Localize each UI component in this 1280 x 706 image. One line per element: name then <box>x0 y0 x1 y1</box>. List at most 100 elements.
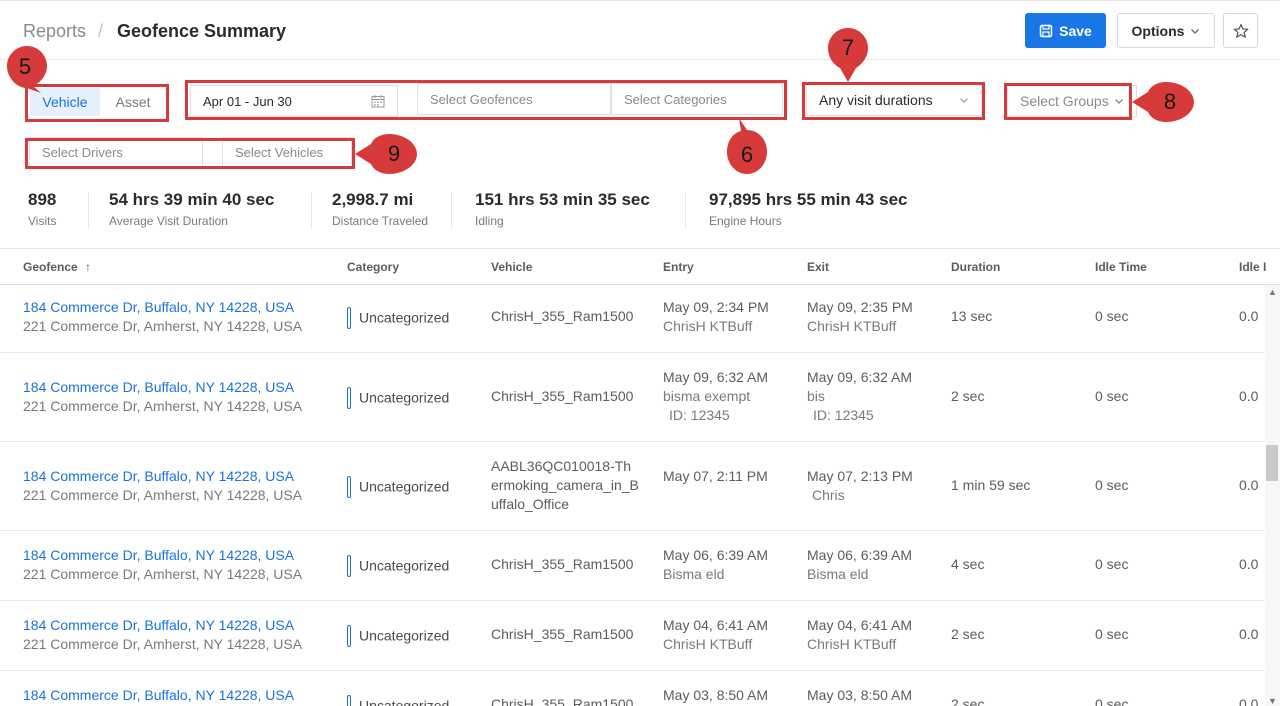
table-row[interactable]: 184 Commerce Dr, Buffalo, NY 14228, USA … <box>0 353 1265 442</box>
exit-cell: May 09, 2:35 PM ChrisH KTBuff <box>807 298 913 336</box>
category-color-bar <box>347 695 351 706</box>
idle-extra-cell: 0.0 <box>1239 556 1259 572</box>
chevron-down-icon <box>1191 28 1200 34</box>
column-header-category[interactable]: Category <box>347 260 399 274</box>
callout-box-6 <box>185 80 787 120</box>
exit-time: May 06, 6:39 AM <box>807 547 913 563</box>
geofence-address: 221 Commerce Dr, Amherst, NY 14228, USA <box>23 487 303 503</box>
geofence-link[interactable]: 184 Commerce Dr, Buffalo, NY 14228, USA <box>23 616 302 635</box>
save-button-label: Save <box>1059 22 1092 39</box>
vehicle-cell: AABL36QC010018-Th ermoking_camera_in_B u… <box>491 457 639 514</box>
exit-time: May 09, 6:32 AM <box>807 369 913 385</box>
column-header-exit[interactable]: Exit <box>807 260 829 274</box>
entry-time: May 03, 8:50 AM <box>663 687 769 703</box>
column-header-duration[interactable]: Duration <box>951 260 1000 274</box>
vehicle-cell: ChrisH_355_Ram1500 <box>491 626 634 642</box>
callout-label-6: 6 <box>740 142 754 167</box>
exit-driver-id: ID: 12345 <box>813 407 874 423</box>
exit-cell: May 03, 8:50 AM <box>807 686 912 705</box>
vehicle-cell: ChrisH_355_Ram1500 <box>491 308 634 324</box>
callout-label-9: 9 <box>387 141 401 166</box>
geofence-cell: 184 Commerce Dr, Buffalo, NY 14228, USA … <box>23 378 302 416</box>
idle-extra-cell: 0.0 <box>1239 626 1259 642</box>
entry-cell: May 09, 2:34 PM ChrisH KTBuff <box>663 298 769 336</box>
idle-time-cell: 0 sec <box>1095 556 1129 572</box>
scrollbar-thumb[interactable] <box>1266 445 1278 481</box>
exit-time: May 07, 2:13 PM <box>807 468 913 484</box>
idle-time-cell: 0 sec <box>1095 308 1129 324</box>
exit-cell: May 04, 6:41 AM ChrisH KTBuff <box>807 616 912 654</box>
category-cell: Uncategorized <box>347 695 449 706</box>
column-header-idle-extra[interactable]: Idle I <box>1239 260 1266 274</box>
geofence-link[interactable]: 184 Commerce Dr, Buffalo, NY 14228, USA <box>23 298 302 317</box>
entry-time: May 04, 6:41 AM <box>663 617 769 633</box>
exit-driver: ChrisH KTBuff <box>807 318 897 334</box>
scroll-up-arrow-icon[interactable]: ▲ <box>1268 287 1277 297</box>
geofence-summary-table: Geofence ↑ Category Vehicle Entry Exit D… <box>0 248 1280 706</box>
entry-cell: May 07, 2:11 PM <box>663 467 768 486</box>
save-button[interactable]: Save <box>1025 13 1106 48</box>
category-color-bar <box>347 476 351 498</box>
callout-label-5: 5 <box>18 54 32 79</box>
table-row[interactable]: 184 Commerce Dr, Buffalo, NY 14228, USA … <box>0 671 1265 706</box>
geofence-link[interactable]: 184 Commerce Dr, Buffalo, NY 14228, USA <box>23 378 302 397</box>
duration-cell: 13 sec <box>951 308 993 324</box>
column-header-label: Geofence <box>23 260 78 274</box>
callout-label-7: 7 <box>841 35 855 60</box>
page-title: Geofence Summary <box>117 21 287 41</box>
category-color-bar <box>347 555 351 577</box>
entry-time: May 06, 6:39 AM <box>663 547 769 563</box>
entry-cell: May 06, 6:39 AM Bisma eld <box>663 546 768 584</box>
entry-time: May 07, 2:11 PM <box>663 468 768 484</box>
stat-label: Engine Hours <box>709 214 782 228</box>
table-scrollbar[interactable]: ▲ ▼ <box>1265 285 1280 706</box>
category-cell: Uncategorized <box>347 625 449 647</box>
options-dropdown-button[interactable]: Options <box>1117 13 1215 48</box>
exit-time: May 09, 2:35 PM <box>807 299 913 315</box>
scroll-down-arrow-icon[interactable]: ▼ <box>1268 696 1277 706</box>
category-color-bar <box>347 625 351 647</box>
stat-divider <box>311 192 312 228</box>
breadcrumb-reports-link[interactable]: Reports <box>23 21 86 42</box>
column-header-vehicle[interactable]: Vehicle <box>491 260 532 274</box>
entry-driver: Bisma eld <box>663 566 725 582</box>
geofence-address: 221 Commerce Dr, Amherst, NY 14228, USA <box>23 636 303 652</box>
favorite-button[interactable] <box>1223 13 1258 48</box>
entry-cell: May 03, 8:50 AM <box>663 686 768 705</box>
exit-cell: May 09, 6:32 AM bis ID: 12345 <box>807 368 912 425</box>
geofence-link[interactable]: 184 Commerce Dr, Buffalo, NY 14228, USA <box>23 686 294 705</box>
exit-cell: May 06, 6:39 AM Bisma eld <box>807 546 912 584</box>
column-header-entry[interactable]: Entry <box>663 260 694 274</box>
exit-driver: Chris <box>812 487 845 503</box>
table-row[interactable]: 184 Commerce Dr, Buffalo, NY 14228, USA … <box>0 442 1265 531</box>
entry-cell: May 04, 6:41 AM ChrisH KTBuff <box>663 616 768 654</box>
column-header-idle-time[interactable]: Idle Time <box>1095 260 1147 274</box>
exit-time: May 03, 8:50 AM <box>807 687 913 703</box>
page-header: Reports / Geofence Summary Save Options <box>0 0 1280 60</box>
stat-value: 898 <box>28 190 57 209</box>
save-icon <box>1039 24 1053 37</box>
idle-extra-cell: 0.0 <box>1239 696 1259 706</box>
callout-box-7 <box>802 82 985 120</box>
column-header-geofence[interactable]: Geofence ↑ <box>23 260 91 274</box>
table-row[interactable]: 184 Commerce Dr, Buffalo, NY 14228, USA … <box>0 286 1265 353</box>
duration-cell: 4 sec <box>951 556 985 572</box>
stat-value: 2,998.7 mi <box>332 190 414 209</box>
duration-cell: 2 sec <box>951 696 985 706</box>
stat-label: Average Visit Duration <box>109 214 228 228</box>
entry-driver: bisma exempt <box>663 388 751 404</box>
geofence-link[interactable]: 184 Commerce Dr, Buffalo, NY 14228, USA <box>23 546 302 565</box>
stat-average-visit-duration: 54 hrs 39 min 40 sec Average Visit Durat… <box>109 190 274 228</box>
exit-driver: ChrisH KTBuff <box>807 636 897 652</box>
idle-extra-cell: 0.0 <box>1239 477 1259 493</box>
category-label: Uncategorized <box>359 309 450 326</box>
idle-extra-cell: 0.0 <box>1239 388 1259 404</box>
table-row[interactable]: 184 Commerce Dr, Buffalo, NY 14228, USA … <box>0 531 1265 601</box>
duration-cell: 1 min 59 sec <box>951 477 1031 493</box>
geofence-cell: 184 Commerce Dr, Buffalo, NY 14228, USA … <box>23 467 302 505</box>
idle-time-cell: 0 sec <box>1095 696 1129 706</box>
geofence-link[interactable]: 184 Commerce Dr, Buffalo, NY 14228, USA <box>23 467 302 486</box>
table-row[interactable]: 184 Commerce Dr, Buffalo, NY 14228, USA … <box>0 601 1265 671</box>
idle-time-cell: 0 sec <box>1095 626 1129 642</box>
vehicle-cell: ChrisH_355_Ram1500 <box>491 388 634 404</box>
